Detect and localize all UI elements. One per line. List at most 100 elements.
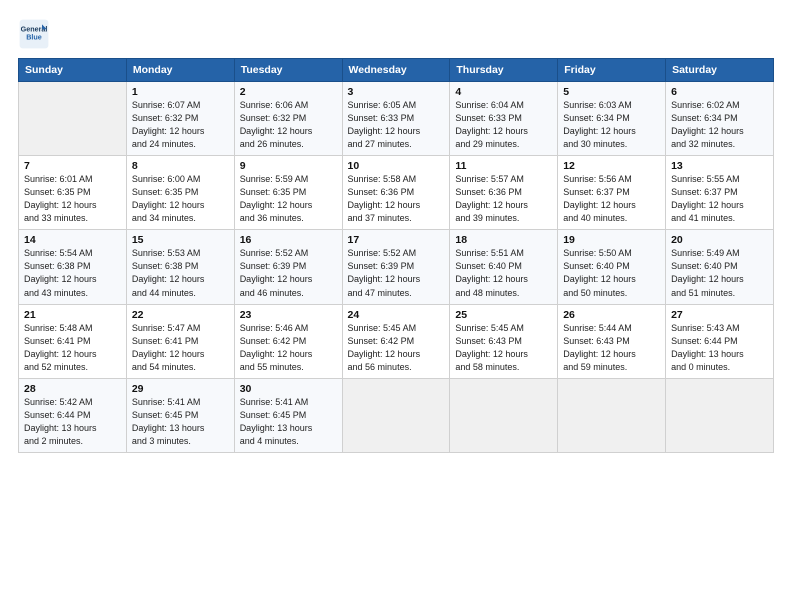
day-number: 23 <box>240 309 337 321</box>
calendar-cell: 9Sunrise: 5:59 AM Sunset: 6:35 PM Daylig… <box>234 156 342 230</box>
day-number: 12 <box>563 160 660 172</box>
logo-icon: General Blue <box>18 18 50 50</box>
day-number: 25 <box>455 309 552 321</box>
col-header-wednesday: Wednesday <box>342 59 450 82</box>
day-info: Sunrise: 5:45 AM Sunset: 6:42 PM Dayligh… <box>348 322 445 374</box>
day-info: Sunrise: 5:47 AM Sunset: 6:41 PM Dayligh… <box>132 322 229 374</box>
day-info: Sunrise: 5:52 AM Sunset: 6:39 PM Dayligh… <box>240 247 337 299</box>
day-number: 22 <box>132 309 229 321</box>
day-number: 8 <box>132 160 229 172</box>
week-row-5: 28Sunrise: 5:42 AM Sunset: 6:44 PM Dayli… <box>19 378 774 452</box>
day-info: Sunrise: 5:52 AM Sunset: 6:39 PM Dayligh… <box>348 247 445 299</box>
calendar-cell: 29Sunrise: 5:41 AM Sunset: 6:45 PM Dayli… <box>126 378 234 452</box>
day-number: 13 <box>671 160 768 172</box>
day-number: 7 <box>24 160 121 172</box>
calendar-cell: 30Sunrise: 5:41 AM Sunset: 6:45 PM Dayli… <box>234 378 342 452</box>
day-number: 26 <box>563 309 660 321</box>
logo: General Blue <box>18 18 50 50</box>
day-number: 21 <box>24 309 121 321</box>
day-info: Sunrise: 5:50 AM Sunset: 6:40 PM Dayligh… <box>563 247 660 299</box>
col-header-monday: Monday <box>126 59 234 82</box>
calendar-cell: 25Sunrise: 5:45 AM Sunset: 6:43 PM Dayli… <box>450 304 558 378</box>
day-info: Sunrise: 5:51 AM Sunset: 6:40 PM Dayligh… <box>455 247 552 299</box>
day-number: 15 <box>132 234 229 246</box>
day-number: 11 <box>455 160 552 172</box>
day-info: Sunrise: 5:42 AM Sunset: 6:44 PM Dayligh… <box>24 396 121 448</box>
calendar-cell: 13Sunrise: 5:55 AM Sunset: 6:37 PM Dayli… <box>666 156 774 230</box>
calendar-cell: 23Sunrise: 5:46 AM Sunset: 6:42 PM Dayli… <box>234 304 342 378</box>
calendar-cell <box>450 378 558 452</box>
day-number: 4 <box>455 86 552 98</box>
calendar-cell: 21Sunrise: 5:48 AM Sunset: 6:41 PM Dayli… <box>19 304 127 378</box>
day-info: Sunrise: 6:02 AM Sunset: 6:34 PM Dayligh… <box>671 99 768 151</box>
calendar-cell: 28Sunrise: 5:42 AM Sunset: 6:44 PM Dayli… <box>19 378 127 452</box>
day-number: 18 <box>455 234 552 246</box>
calendar-cell <box>558 378 666 452</box>
day-info: Sunrise: 5:41 AM Sunset: 6:45 PM Dayligh… <box>132 396 229 448</box>
calendar-cell <box>666 378 774 452</box>
day-info: Sunrise: 6:07 AM Sunset: 6:32 PM Dayligh… <box>132 99 229 151</box>
calendar-table: SundayMondayTuesdayWednesdayThursdayFrid… <box>18 58 774 453</box>
day-info: Sunrise: 6:06 AM Sunset: 6:32 PM Dayligh… <box>240 99 337 151</box>
day-info: Sunrise: 5:46 AM Sunset: 6:42 PM Dayligh… <box>240 322 337 374</box>
calendar-cell: 24Sunrise: 5:45 AM Sunset: 6:42 PM Dayli… <box>342 304 450 378</box>
calendar-cell <box>19 82 127 156</box>
day-info: Sunrise: 6:05 AM Sunset: 6:33 PM Dayligh… <box>348 99 445 151</box>
day-info: Sunrise: 6:04 AM Sunset: 6:33 PM Dayligh… <box>455 99 552 151</box>
day-info: Sunrise: 6:01 AM Sunset: 6:35 PM Dayligh… <box>24 173 121 225</box>
calendar-cell: 19Sunrise: 5:50 AM Sunset: 6:40 PM Dayli… <box>558 230 666 304</box>
calendar-cell: 10Sunrise: 5:58 AM Sunset: 6:36 PM Dayli… <box>342 156 450 230</box>
day-info: Sunrise: 5:53 AM Sunset: 6:38 PM Dayligh… <box>132 247 229 299</box>
calendar-cell: 26Sunrise: 5:44 AM Sunset: 6:43 PM Dayli… <box>558 304 666 378</box>
day-info: Sunrise: 5:56 AM Sunset: 6:37 PM Dayligh… <box>563 173 660 225</box>
week-row-4: 21Sunrise: 5:48 AM Sunset: 6:41 PM Dayli… <box>19 304 774 378</box>
day-info: Sunrise: 5:44 AM Sunset: 6:43 PM Dayligh… <box>563 322 660 374</box>
calendar-cell: 3Sunrise: 6:05 AM Sunset: 6:33 PM Daylig… <box>342 82 450 156</box>
col-header-sunday: Sunday <box>19 59 127 82</box>
day-info: Sunrise: 5:59 AM Sunset: 6:35 PM Dayligh… <box>240 173 337 225</box>
day-number: 19 <box>563 234 660 246</box>
col-header-saturday: Saturday <box>666 59 774 82</box>
week-row-2: 7Sunrise: 6:01 AM Sunset: 6:35 PM Daylig… <box>19 156 774 230</box>
day-number: 14 <box>24 234 121 246</box>
day-number: 6 <box>671 86 768 98</box>
day-info: Sunrise: 5:41 AM Sunset: 6:45 PM Dayligh… <box>240 396 337 448</box>
calendar-cell: 1Sunrise: 6:07 AM Sunset: 6:32 PM Daylig… <box>126 82 234 156</box>
day-number: 29 <box>132 383 229 395</box>
col-header-tuesday: Tuesday <box>234 59 342 82</box>
col-header-thursday: Thursday <box>450 59 558 82</box>
day-number: 10 <box>348 160 445 172</box>
day-number: 5 <box>563 86 660 98</box>
day-info: Sunrise: 5:43 AM Sunset: 6:44 PM Dayligh… <box>671 322 768 374</box>
calendar-cell <box>342 378 450 452</box>
calendar-cell: 18Sunrise: 5:51 AM Sunset: 6:40 PM Dayli… <box>450 230 558 304</box>
page: General Blue SundayMondayTuesdayWednesda… <box>0 0 792 612</box>
day-number: 28 <box>24 383 121 395</box>
svg-text:Blue: Blue <box>26 33 42 42</box>
day-number: 3 <box>348 86 445 98</box>
calendar-cell: 14Sunrise: 5:54 AM Sunset: 6:38 PM Dayli… <box>19 230 127 304</box>
calendar-cell: 5Sunrise: 6:03 AM Sunset: 6:34 PM Daylig… <box>558 82 666 156</box>
day-number: 1 <box>132 86 229 98</box>
calendar-cell: 7Sunrise: 6:01 AM Sunset: 6:35 PM Daylig… <box>19 156 127 230</box>
calendar-cell: 12Sunrise: 5:56 AM Sunset: 6:37 PM Dayli… <box>558 156 666 230</box>
day-info: Sunrise: 6:03 AM Sunset: 6:34 PM Dayligh… <box>563 99 660 151</box>
day-info: Sunrise: 5:57 AM Sunset: 6:36 PM Dayligh… <box>455 173 552 225</box>
day-number: 30 <box>240 383 337 395</box>
calendar-body: 1Sunrise: 6:07 AM Sunset: 6:32 PM Daylig… <box>19 82 774 453</box>
calendar-cell: 6Sunrise: 6:02 AM Sunset: 6:34 PM Daylig… <box>666 82 774 156</box>
calendar-cell: 22Sunrise: 5:47 AM Sunset: 6:41 PM Dayli… <box>126 304 234 378</box>
week-row-1: 1Sunrise: 6:07 AM Sunset: 6:32 PM Daylig… <box>19 82 774 156</box>
day-number: 27 <box>671 309 768 321</box>
calendar-cell: 11Sunrise: 5:57 AM Sunset: 6:36 PM Dayli… <box>450 156 558 230</box>
day-number: 24 <box>348 309 445 321</box>
day-number: 17 <box>348 234 445 246</box>
day-number: 20 <box>671 234 768 246</box>
day-info: Sunrise: 5:55 AM Sunset: 6:37 PM Dayligh… <box>671 173 768 225</box>
header: General Blue <box>18 18 774 50</box>
column-headers: SundayMondayTuesdayWednesdayThursdayFrid… <box>19 59 774 82</box>
calendar-cell: 17Sunrise: 5:52 AM Sunset: 6:39 PM Dayli… <box>342 230 450 304</box>
col-header-friday: Friday <box>558 59 666 82</box>
day-info: Sunrise: 5:45 AM Sunset: 6:43 PM Dayligh… <box>455 322 552 374</box>
week-row-3: 14Sunrise: 5:54 AM Sunset: 6:38 PM Dayli… <box>19 230 774 304</box>
